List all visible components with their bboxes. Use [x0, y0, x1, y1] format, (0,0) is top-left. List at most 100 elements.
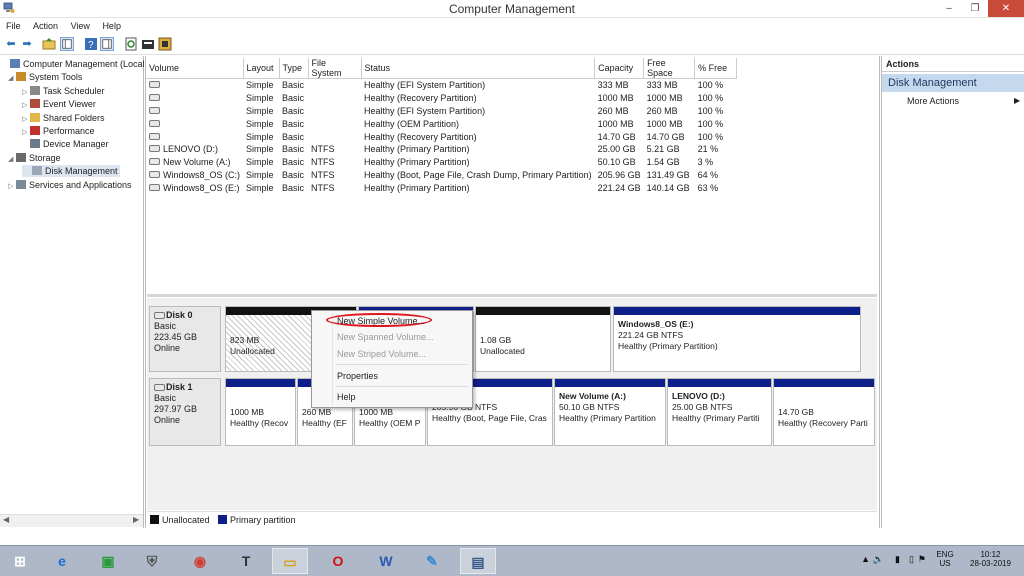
- actions-section-disk-management[interactable]: Disk Management: [882, 74, 1024, 92]
- table-cell: 1000 MB: [644, 117, 695, 130]
- security-icon[interactable]: ⛨: [134, 548, 170, 574]
- table-row[interactable]: Simple Basic Healthy (OEM Partition) 1000 M…: [146, 117, 737, 130]
- expander-icon[interactable]: ▷: [22, 100, 30, 112]
- tree-item[interactable]: Disk Management: [22, 165, 120, 178]
- tex-icon[interactable]: T: [228, 548, 264, 574]
- scroll-right-icon[interactable]: ▶: [133, 515, 139, 524]
- column-header[interactable]: Volume: [146, 58, 244, 79]
- disk-info[interactable]: Disk 1 Basic 297.97 GB Online: [149, 378, 221, 446]
- menu-item-new-simple-volume[interactable]: New Simple Volume...: [337, 316, 425, 326]
- tree-item[interactable]: ◢ Storage: [8, 152, 61, 166]
- table-cell: Simple: [243, 181, 279, 194]
- partition-line-l1: LENOVO (D:): [672, 391, 725, 401]
- menu-item-help[interactable]: Help: [337, 392, 356, 402]
- menu-file[interactable]: File: [6, 18, 21, 34]
- close-button[interactable]: ✕: [988, 0, 1024, 17]
- chrome-icon[interactable]: ◉: [182, 548, 218, 574]
- computer-management-icon[interactable]: ▤: [460, 548, 496, 574]
- tree-item[interactable]: Computer Management (Local: [2, 58, 145, 70]
- navigation-tree: Computer Management (Local ◢ System Tools ▷…: [0, 56, 145, 528]
- store-icon[interactable]: ▣: [90, 548, 126, 574]
- menu-action[interactable]: Action: [33, 18, 58, 34]
- partition-block[interactable]: New Volume (A:) 50.10 GB NTFS Healthy (Pri…: [554, 378, 666, 446]
- disk-info[interactable]: Disk 0 Basic 223.45 GB Online: [149, 306, 221, 372]
- table-cell: Simple: [243, 169, 279, 182]
- more-actions-link[interactable]: More Actions: [907, 96, 959, 106]
- table-row[interactable]: Windows8_OS (E:) Simple Basic NTFS Healthy (…: [146, 181, 737, 194]
- column-header[interactable]: % Free: [694, 58, 738, 79]
- partition-block[interactable]: 1000 MB Healthy (Recov: [225, 378, 296, 446]
- menu-help[interactable]: Help: [102, 18, 121, 34]
- partition-block[interactable]: LENOVO (D:) 25.00 GB NTFS Healthy (Primary…: [667, 378, 772, 446]
- opera-icon[interactable]: O: [320, 548, 356, 574]
- tree-item[interactable]: ◢ System Tools: [8, 71, 82, 85]
- column-header[interactable]: File System: [308, 58, 362, 79]
- maximize-button[interactable]: ❐: [962, 0, 988, 17]
- column-header[interactable]: Layout: [243, 58, 280, 79]
- tree-item[interactable]: ▷ Event Viewer: [22, 98, 96, 112]
- cell-text: Windows8_OS (E:): [163, 182, 240, 193]
- scroll-left-icon[interactable]: ◀: [3, 515, 9, 524]
- minimize-button[interactable]: –: [936, 0, 962, 17]
- settings-icon[interactable]: [158, 37, 172, 51]
- table-cell: 100 %: [695, 105, 737, 118]
- table-row[interactable]: LENOVO (D:) Simple Basic NTFS Healthy (Prima…: [146, 143, 737, 156]
- table-row[interactable]: Windows8_OS (C:) Simple Basic NTFS Healthy (…: [146, 169, 737, 182]
- partition-text: 14.70 GB Healthy (Recovery Parti: [778, 396, 872, 429]
- internet-explorer-icon[interactable]: e: [44, 548, 80, 574]
- windows-start-icon[interactable]: ⊞: [2, 548, 38, 574]
- chevron-right-icon: ▶: [1014, 96, 1021, 105]
- tree-item[interactable]: Device Manager: [22, 138, 109, 150]
- forward-icon[interactable]: ➡: [20, 37, 34, 51]
- clock[interactable]: 10:12 28-03-2019: [963, 550, 1018, 568]
- table-row[interactable]: Simple Basic Healthy (Recovery Partition) 1…: [146, 92, 737, 105]
- show-hide-tree-icon[interactable]: [60, 37, 74, 51]
- column-header[interactable]: Type: [279, 58, 309, 79]
- action-pane-icon[interactable]: [100, 37, 114, 51]
- tree-horizontal-scrollbar[interactable]: ◀ ▶: [0, 514, 143, 527]
- disk-icon: [154, 384, 165, 391]
- partition-block[interactable]: Windows8_OS (E:) 221.24 GB NTFS Healthy (P…: [613, 306, 861, 372]
- expander-icon[interactable]: ▷: [22, 87, 30, 99]
- table-row[interactable]: Simple Basic Healthy (EFI System Partition…: [146, 79, 737, 92]
- table-row[interactable]: Simple Basic Healthy (Recovery Partition) 1…: [146, 130, 737, 143]
- file-explorer-icon[interactable]: ▭: [272, 548, 308, 574]
- table-row[interactable]: Simple Basic Healthy (EFI System Partition…: [146, 105, 737, 118]
- partition-block[interactable]: 1.08 GB Unallocated: [475, 306, 611, 372]
- help-icon[interactable]: ?: [84, 37, 98, 51]
- partition-block[interactable]: 14.70 GB Healthy (Recovery Parti: [773, 378, 875, 446]
- expander-icon[interactable]: ◢: [8, 154, 16, 166]
- pane-splitter[interactable]: [147, 294, 877, 297]
- tree-item[interactable]: ▷ Services and Applications: [8, 179, 132, 193]
- refresh-icon[interactable]: [124, 37, 138, 51]
- properties-icon[interactable]: [141, 37, 155, 51]
- column-header[interactable]: Capacity: [594, 58, 645, 79]
- cell-text: 1.54 GB: [646, 157, 680, 168]
- tree-item[interactable]: ▷ Shared Folders: [22, 112, 105, 126]
- table-row[interactable]: New Volume (A:) Simple Basic NTFS Healthy (P…: [146, 156, 737, 169]
- expander-icon[interactable]: ◢: [8, 73, 16, 85]
- language-indicator[interactable]: ENG US: [930, 550, 960, 568]
- expander-icon[interactable]: ▷: [8, 181, 16, 193]
- back-icon[interactable]: ⬅: [4, 37, 18, 51]
- paint-icon[interactable]: ✎: [414, 548, 450, 574]
- tray-arrow-icon[interactable]: ▲: [861, 554, 870, 564]
- cell-text: 14.70 GB: [597, 131, 636, 142]
- word-icon[interactable]: W: [368, 548, 404, 574]
- up-folder-icon[interactable]: [42, 37, 56, 51]
- partition-line-l2: 50.10 GB NTFS: [559, 402, 620, 412]
- battery-icon[interactable]: ▯: [909, 554, 914, 565]
- tree-item[interactable]: ▷ Performance: [22, 125, 95, 139]
- flag-icon[interactable]: ⚑: [918, 554, 926, 565]
- column-header[interactable]: Status: [361, 58, 596, 79]
- menu-item-properties[interactable]: Properties: [337, 371, 378, 381]
- tree-item[interactable]: ▷ Task Scheduler: [22, 85, 105, 99]
- expander-icon[interactable]: ▷: [22, 127, 30, 139]
- network-icon[interactable]: ▮: [895, 554, 900, 565]
- column-header[interactable]: Free Space: [643, 58, 696, 79]
- speaker-icon[interactable]: 🔈: [873, 554, 884, 565]
- menu-view[interactable]: View: [71, 18, 90, 34]
- expander-icon[interactable]: ▷: [22, 114, 30, 126]
- tree-item-label: Performance: [43, 126, 95, 136]
- primary-partition-bar: [614, 307, 860, 315]
